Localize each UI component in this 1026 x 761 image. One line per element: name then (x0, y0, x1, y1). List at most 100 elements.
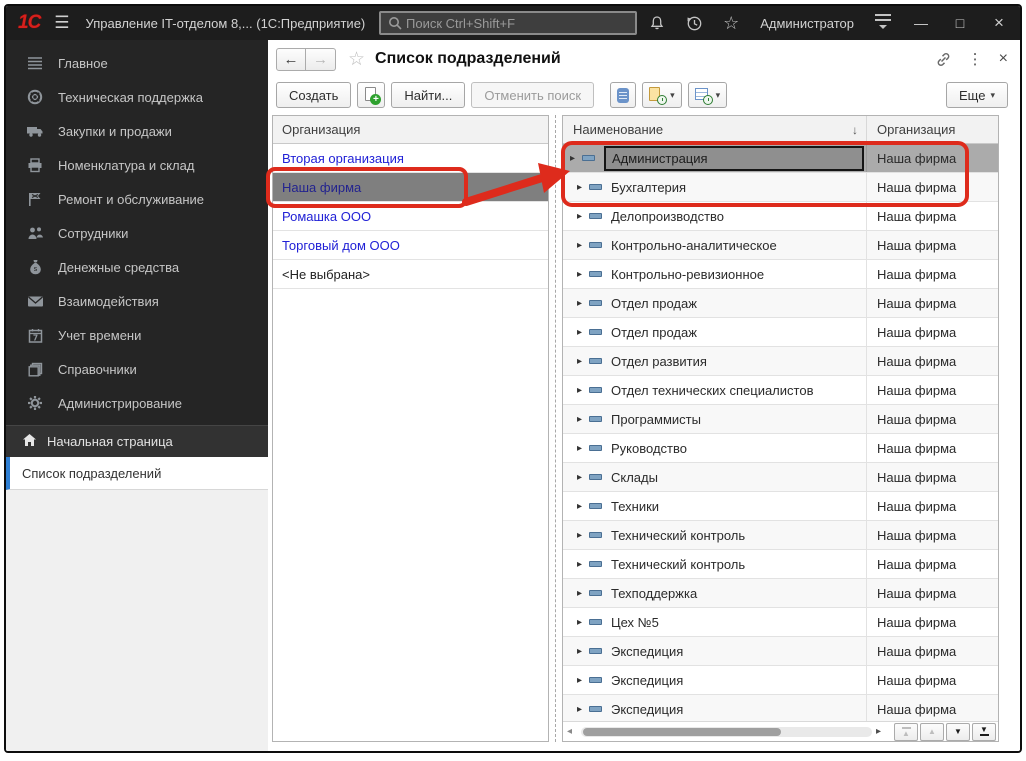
expand-triangle-icon[interactable]: ▸ (577, 327, 589, 338)
scrollbar-thumb[interactable] (583, 727, 781, 736)
sidebar-item-4[interactable]: Ремонт и обслуживание (6, 182, 268, 216)
cell-name[interactable]: ▸ Отдел развития (563, 347, 867, 375)
cell-name[interactable]: ▸ Отдел продаж (563, 318, 867, 346)
search-input[interactable] (406, 15, 630, 31)
global-search[interactable] (379, 11, 638, 35)
create-new-group-button[interactable]: + (357, 82, 386, 108)
expand-triangle-icon[interactable]: ▸ (577, 501, 589, 512)
current-user[interactable]: Администратор (760, 16, 854, 31)
expand-triangle-icon[interactable]: ▸ (577, 269, 589, 280)
cell-name[interactable]: ▸ Цех №5 (563, 608, 867, 636)
sidebar-item-7[interactable]: Взаимодействия (6, 284, 268, 318)
organizations-header[interactable]: Организация (273, 116, 548, 144)
close-window-button[interactable]: × (988, 13, 1010, 33)
table-row[interactable]: ▸ Отдел продаж Наша фирма (563, 289, 998, 318)
cell-name[interactable]: ▸ Контрольно-аналитическое (563, 231, 867, 259)
table-row[interactable]: ▸ Технический контроль Наша фирма (563, 550, 998, 579)
expand-triangle-icon[interactable]: ▸ (570, 153, 582, 164)
organization-row-1[interactable]: Наша фирма (273, 173, 548, 202)
panel-splitter[interactable] (555, 115, 556, 742)
expand-triangle-icon[interactable]: ▸ (577, 559, 589, 570)
table-row[interactable]: ▸ Технический контроль Наша фирма (563, 521, 998, 550)
cell-organization[interactable]: Наша фирма (867, 173, 998, 201)
cell-name[interactable]: ▸ Технический контроль (563, 550, 867, 578)
expand-triangle-icon[interactable]: ▸ (577, 414, 589, 425)
page-up-button[interactable]: ▲ (920, 722, 944, 741)
cell-organization[interactable]: Наша фирма (867, 666, 998, 694)
organization-row-3[interactable]: Торговый дом ООО (273, 231, 548, 260)
cell-organization[interactable]: Наша фирма (867, 376, 998, 404)
cell-name[interactable]: ▸ Экспедиция (563, 637, 867, 665)
organization-row-4[interactable]: <Не выбрана> (273, 260, 548, 289)
cell-organization[interactable]: Наша фирма (867, 695, 998, 723)
sidebar-item-home[interactable]: Начальная страница (6, 425, 268, 457)
expand-triangle-icon[interactable]: ▸ (577, 240, 589, 251)
table-row[interactable]: ▸ Руководство Наша фирма (563, 434, 998, 463)
cell-name[interactable]: ▸ Склады (563, 463, 867, 491)
go-top-button[interactable]: ▲ (894, 722, 918, 741)
cell-organization[interactable]: Наша фирма (867, 144, 998, 172)
cell-organization[interactable]: Наша фирма (867, 405, 998, 433)
sidebar-item-6[interactable]: s Денежные средства (6, 250, 268, 284)
hamburger-menu-icon[interactable]: ☰ (54, 13, 69, 33)
cell-name[interactable]: ▸ Контрольно-ревизионное (563, 260, 867, 288)
expand-triangle-icon[interactable]: ▸ (577, 356, 589, 367)
back-button[interactable]: ← (276, 47, 306, 71)
favorite-page-star-icon[interactable]: ☆ (348, 48, 365, 71)
organization-row-0[interactable]: Вторая организация (273, 144, 548, 173)
more-actions-button[interactable]: Еще ▾ (946, 82, 1008, 108)
table-row[interactable]: ▸ Склады Наша фирма (563, 463, 998, 492)
organization-row-2[interactable]: Ромашка ООО (273, 202, 548, 231)
expand-triangle-icon[interactable]: ▸ (577, 443, 589, 454)
get-link-icon[interactable] (935, 52, 952, 67)
table-row[interactable]: ▸ Делопроизводство Наша фирма (563, 202, 998, 231)
table-row[interactable]: ▸ Бухгалтерия Наша фирма (563, 173, 998, 202)
expand-triangle-icon[interactable]: ▸ (577, 530, 589, 541)
history-list-button[interactable]: ▾ (687, 82, 728, 108)
horizontal-scrollbar[interactable] (581, 726, 872, 737)
cell-organization[interactable]: Наша фирма (867, 202, 998, 230)
expand-triangle-icon[interactable]: ▸ (577, 385, 589, 396)
cell-name[interactable]: ▸ Техники (563, 492, 867, 520)
history-clock-icon[interactable] (684, 13, 704, 33)
table-row[interactable]: ▸ Отдел технических специалистов Наша фирм… (563, 376, 998, 405)
sidebar-item-0[interactable]: Главное (6, 46, 268, 80)
cell-organization[interactable]: Наша фирма (867, 550, 998, 578)
close-form-icon[interactable]: × (999, 50, 1008, 68)
sidebar-item-8[interactable]: 7 Учет времени (6, 318, 268, 352)
column-header-name[interactable]: Наименование ↓ (563, 116, 867, 143)
cell-organization[interactable]: Наша фирма (867, 434, 998, 462)
cell-organization[interactable]: Наша фирма (867, 637, 998, 665)
table-row[interactable]: ▸ Экспедиция Наша фирма (563, 637, 998, 666)
table-row[interactable]: ▸ Отдел развития Наша фирма (563, 347, 998, 376)
column-header-org[interactable]: Организация (867, 122, 998, 137)
cell-name[interactable]: ▸ Экспедиция (563, 666, 867, 694)
notifications-bell-icon[interactable] (647, 13, 667, 33)
cell-name[interactable]: ▸ Техподдержка (563, 579, 867, 607)
table-row[interactable]: ▸ Контрольно-аналитическое Наша фирма (563, 231, 998, 260)
table-row[interactable]: ▸ Экспедиция Наша фирма (563, 666, 998, 695)
cell-organization[interactable]: Наша фирма (867, 289, 998, 317)
cell-organization[interactable]: Наша фирма (867, 521, 998, 549)
expand-triangle-icon[interactable]: ▸ (577, 617, 589, 628)
service-menu-icon[interactable] (873, 13, 893, 33)
cell-name[interactable]: ▸ Администрация (563, 144, 867, 172)
table-row[interactable]: ▸ Техники Наша фирма (563, 492, 998, 521)
table-row[interactable]: ▸ Контрольно-ревизионное Наша фирма (563, 260, 998, 289)
cell-organization[interactable]: Наша фирма (867, 347, 998, 375)
table-row[interactable]: ▸ Цех №5 Наша фирма (563, 608, 998, 637)
scroll-right-icon[interactable]: ▸ (876, 726, 886, 737)
create-button[interactable]: Создать (276, 82, 352, 108)
find-button[interactable]: Найти... (391, 82, 466, 108)
cell-name[interactable]: ▸ Руководство (563, 434, 867, 462)
sidebar-item-3[interactable]: Номенклатура и склад (6, 148, 268, 182)
table-row[interactable]: ▸ Экспедиция Наша фирма (563, 695, 998, 724)
cell-organization[interactable]: Наша фирма (867, 579, 998, 607)
sidebar-item-10[interactable]: Администрирование (6, 386, 268, 420)
cell-organization[interactable]: Наша фирма (867, 463, 998, 491)
expand-triangle-icon[interactable]: ▸ (577, 182, 589, 193)
cell-organization[interactable]: Наша фирма (867, 231, 998, 259)
go-bottom-button[interactable]: ▼ (972, 722, 996, 741)
expand-triangle-icon[interactable]: ▸ (577, 704, 589, 715)
sidebar-item-1[interactable]: Техническая поддержка (6, 80, 268, 114)
